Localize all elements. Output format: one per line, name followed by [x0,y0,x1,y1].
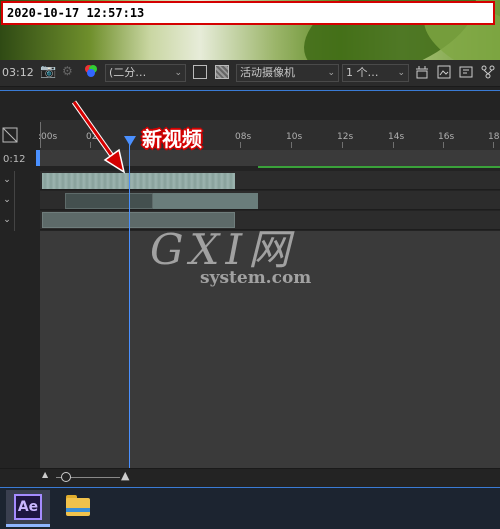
watermark-main: GXI网 [150,225,297,274]
annotation-label: 新视频 [142,127,202,151]
watermark-sub: system.com [200,268,312,288]
site-watermark: GXI网 system.com [150,225,312,289]
